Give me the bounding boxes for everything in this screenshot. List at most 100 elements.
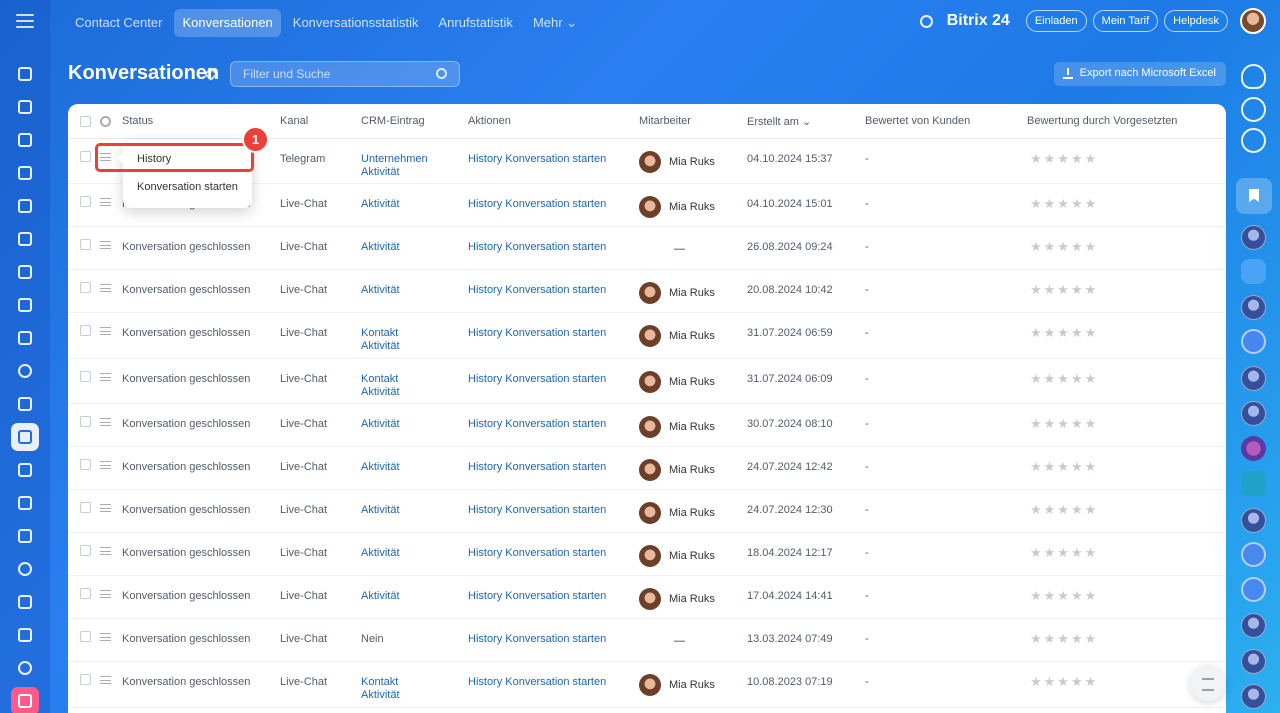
row-checkbox[interactable] <box>80 545 91 556</box>
action-history-link[interactable]: History <box>468 418 502 430</box>
cell-crm-primary[interactable]: Aktivität <box>361 504 400 517</box>
contact-avatar[interactable] <box>1241 366 1266 391</box>
channel-icon[interactable] <box>1241 542 1266 567</box>
cell-employee[interactable]: Mia Ruks <box>639 588 715 610</box>
row-checkbox[interactable] <box>80 588 91 599</box>
row-checkbox[interactable] <box>80 459 91 470</box>
row-menu-icon[interactable] <box>100 198 111 206</box>
search-input[interactable] <box>230 61 460 87</box>
cell-crm-primary[interactable]: Unternehmen <box>361 153 428 166</box>
nav-tab[interactable]: Contact Center <box>67 9 170 37</box>
action-history-link[interactable]: History <box>468 153 502 165</box>
export-excel-button[interactable]: Export nach Microsoft Excel <box>1053 62 1226 86</box>
forms-icon[interactable] <box>11 489 39 517</box>
cell-crm-primary[interactable]: Kontakt <box>361 327 398 340</box>
nav-tab[interactable]: Konversationsstatistik <box>285 9 427 37</box>
action-history-link[interactable]: History <box>468 633 502 645</box>
chat-icon[interactable] <box>11 126 39 154</box>
action-start-link[interactable]: Konversation starten <box>505 241 606 253</box>
header-actions[interactable]: Aktionen <box>468 115 511 127</box>
action-start-link[interactable]: Konversation starten <box>505 327 606 339</box>
supervisor-rating-stars[interactable]: ★★★★★ <box>1030 282 1098 298</box>
cell-crm-primary[interactable]: Aktivität <box>361 198 400 211</box>
robot-icon[interactable] <box>11 522 39 550</box>
menu-icon[interactable] <box>16 14 34 28</box>
row-checkbox[interactable] <box>80 151 91 162</box>
row-checkbox[interactable] <box>80 196 91 207</box>
contacts-icon[interactable] <box>11 324 39 352</box>
contact-center-icon[interactable] <box>11 423 39 451</box>
cell-employee[interactable]: Mia Ruks <box>639 371 715 393</box>
row-menu-icon[interactable] <box>100 676 111 684</box>
cell-crm-primary[interactable]: Aktivität <box>361 547 400 560</box>
crm-icon[interactable] <box>11 258 39 286</box>
supervisor-rating-stars[interactable]: ★★★★★ <box>1030 325 1098 341</box>
invite-button[interactable]: Einladen <box>1025 10 1087 32</box>
supervisor-rating-stars[interactable]: ★★★★★ <box>1030 459 1098 475</box>
action-start-link[interactable]: Konversation starten <box>505 461 606 473</box>
list-menu-icon[interactable] <box>1190 665 1226 701</box>
row-checkbox[interactable] <box>80 239 91 250</box>
table-row[interactable]: Konversation geschlossen Live-Chat Aktivit… <box>68 447 1226 490</box>
search-icon[interactable] <box>436 68 447 79</box>
supervisor-rating-stars[interactable]: ★★★★★ <box>1030 545 1098 561</box>
cell-crm-primary[interactable]: Kontakt <box>361 373 398 386</box>
row-menu-icon[interactable] <box>100 327 111 335</box>
cell-crm-primary[interactable]: Aktivität <box>361 418 400 431</box>
market-icon[interactable] <box>11 687 39 713</box>
chat-support-icon[interactable] <box>1241 128 1266 153</box>
table-row[interactable]: Konversation geschlossen Live-Chat Nein His… <box>68 619 1226 662</box>
row-checkbox[interactable] <box>80 674 91 685</box>
row-menu-icon[interactable] <box>100 373 111 381</box>
supervisor-rating-stars[interactable]: ★★★★★ <box>1030 151 1098 167</box>
store-icon[interactable] <box>11 456 39 484</box>
header-client-rating[interactable]: Bewertet von Kunden <box>865 115 970 127</box>
tasks-icon[interactable] <box>11 225 39 253</box>
header-crm[interactable]: CRM-Eintrag <box>361 115 425 127</box>
target-icon[interactable] <box>1241 97 1266 122</box>
helpdesk-button[interactable]: Helpdesk <box>1164 10 1228 32</box>
action-history-link[interactable]: History <box>468 284 502 296</box>
action-history-link[interactable]: History <box>468 547 502 559</box>
supervisor-rating-stars[interactable]: ★★★★★ <box>1030 416 1098 432</box>
action-history-link[interactable]: History <box>468 676 502 688</box>
table-row[interactable]: Konversation geschlossen Live-Chat Kontakt… <box>68 313 1226 359</box>
search-icon[interactable] <box>919 14 933 28</box>
action-history-link[interactable]: History <box>468 504 502 516</box>
menu-item-start-conversation[interactable]: Konversation starten <box>137 181 238 193</box>
select-all-checkbox[interactable] <box>80 116 91 127</box>
cell-crm-secondary[interactable]: Aktivität <box>361 386 400 399</box>
action-start-link[interactable]: Konversation starten <box>505 153 606 165</box>
cell-crm-primary[interactable]: Aktivität <box>361 590 400 603</box>
settings-icon[interactable] <box>11 654 39 682</box>
shield-icon[interactable] <box>11 357 39 385</box>
contact-avatar[interactable] <box>1241 649 1266 674</box>
brand-logo[interactable]: Bitrix 24 <box>947 12 1010 30</box>
cell-crm-secondary[interactable]: Aktivität <box>361 340 400 353</box>
cell-employee[interactable]: Mia Ruks <box>639 502 715 524</box>
row-menu-icon[interactable] <box>100 547 111 555</box>
cell-crm-primary[interactable]: Aktivität <box>361 284 400 297</box>
contact-avatar[interactable] <box>1241 401 1266 426</box>
chat-icon[interactable] <box>1241 259 1266 284</box>
user-avatar[interactable] <box>1240 8 1266 34</box>
gear-icon[interactable] <box>100 116 111 127</box>
cell-crm-secondary[interactable]: Aktivität <box>361 689 400 702</box>
action-start-link[interactable]: Konversation starten <box>505 418 606 430</box>
table-row[interactable]: Konversation geschlossen Live-Chat Aktivit… <box>68 227 1226 270</box>
action-start-link[interactable]: Konversation starten <box>505 676 606 688</box>
table-row[interactable]: Konversation geschlossen Live-Chat Kontakt… <box>68 359 1226 404</box>
nav-tab[interactable]: Konversationen <box>174 9 281 37</box>
supervisor-rating-stars[interactable]: ★★★★★ <box>1030 631 1098 647</box>
contact-avatar[interactable] <box>1241 295 1266 320</box>
supervisor-rating-stars[interactable]: ★★★★★ <box>1030 502 1098 518</box>
header-employee[interactable]: Mitarbeiter <box>639 115 691 127</box>
action-history-link[interactable]: History <box>468 590 502 602</box>
row-checkbox[interactable] <box>80 282 91 293</box>
table-row[interactable]: Konversation geschlossen Live-Chat Aktivit… <box>68 270 1226 313</box>
action-history-link[interactable]: History <box>468 241 502 253</box>
supervisor-rating-stars[interactable]: ★★★★★ <box>1030 371 1098 387</box>
header-created[interactable]: Erstellt am ⌄ <box>747 115 811 128</box>
cell-employee[interactable]: Mia Ruks <box>639 196 715 218</box>
cell-employee[interactable]: Mia Ruks <box>639 545 715 567</box>
